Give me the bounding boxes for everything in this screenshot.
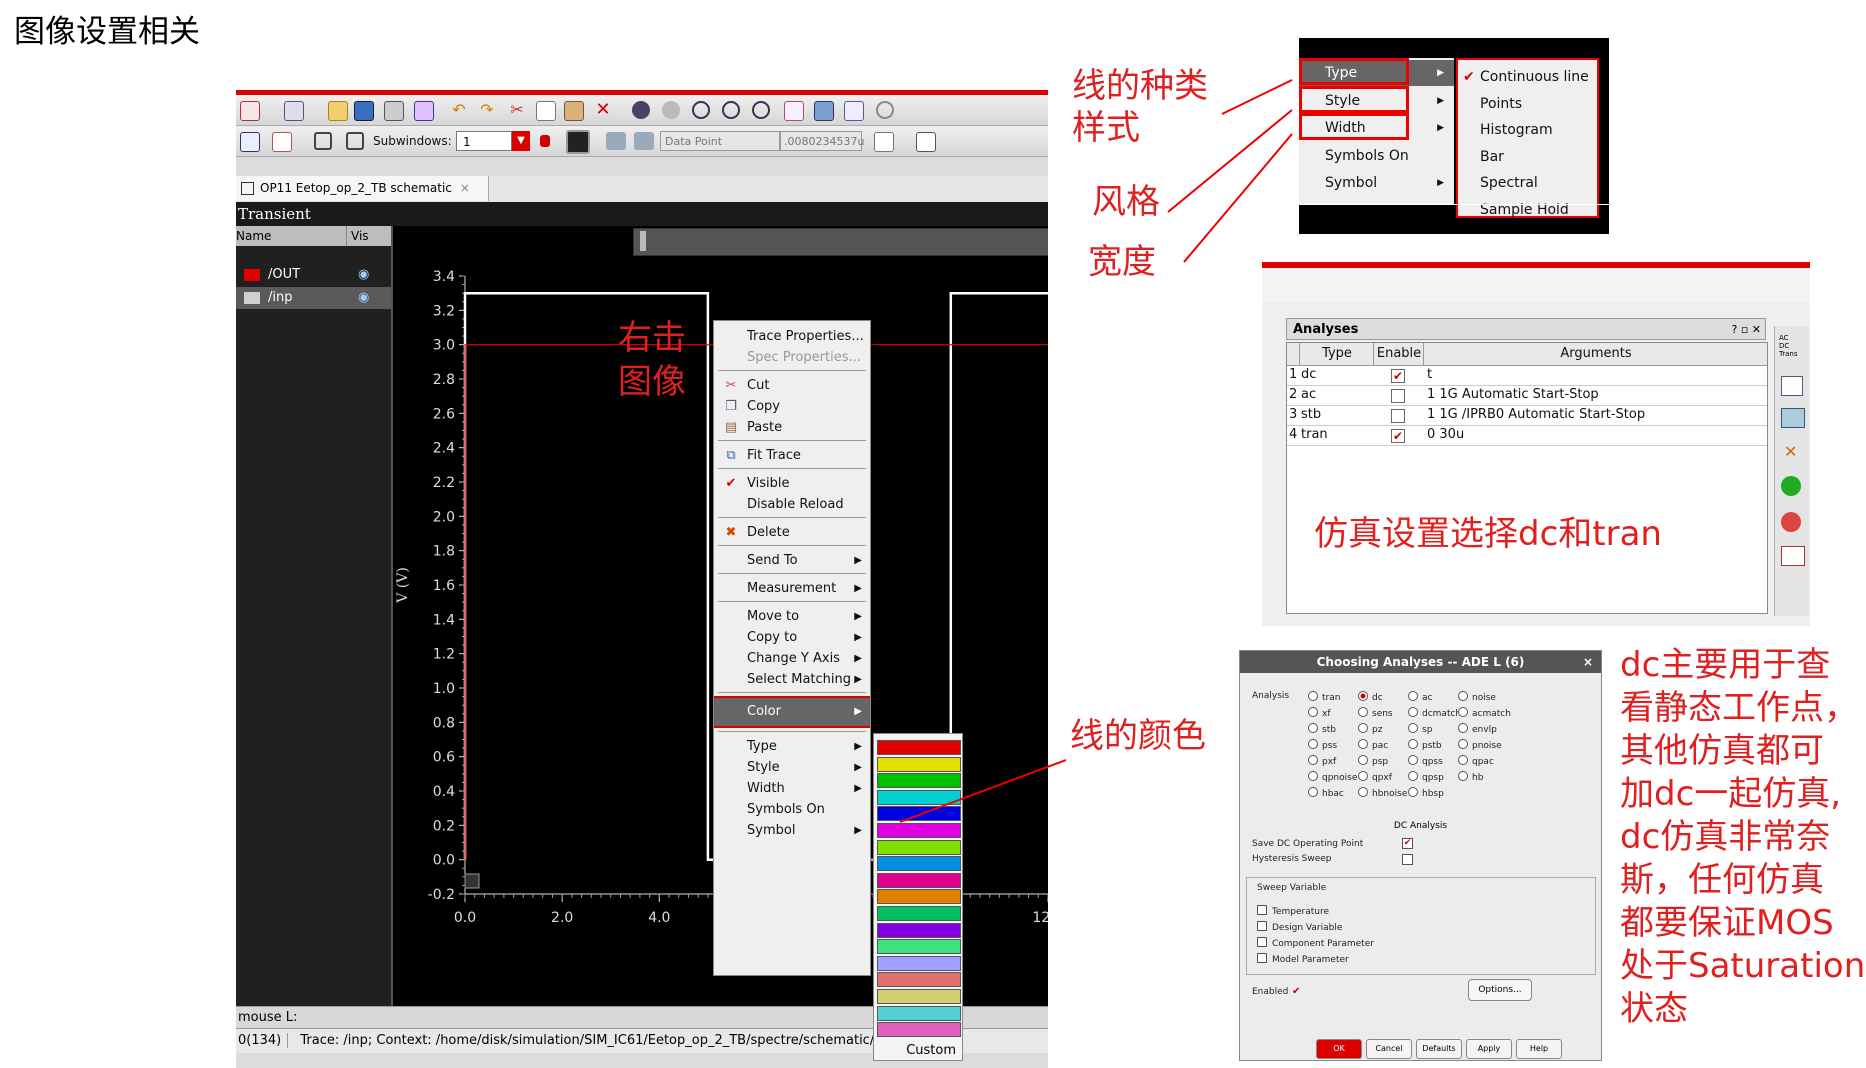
arrow-type: [1221, 79, 1293, 115]
arrow-color: [899, 759, 1067, 823]
annotation-arrows: [899, 79, 1293, 823]
arrow-style: [1167, 109, 1293, 213]
